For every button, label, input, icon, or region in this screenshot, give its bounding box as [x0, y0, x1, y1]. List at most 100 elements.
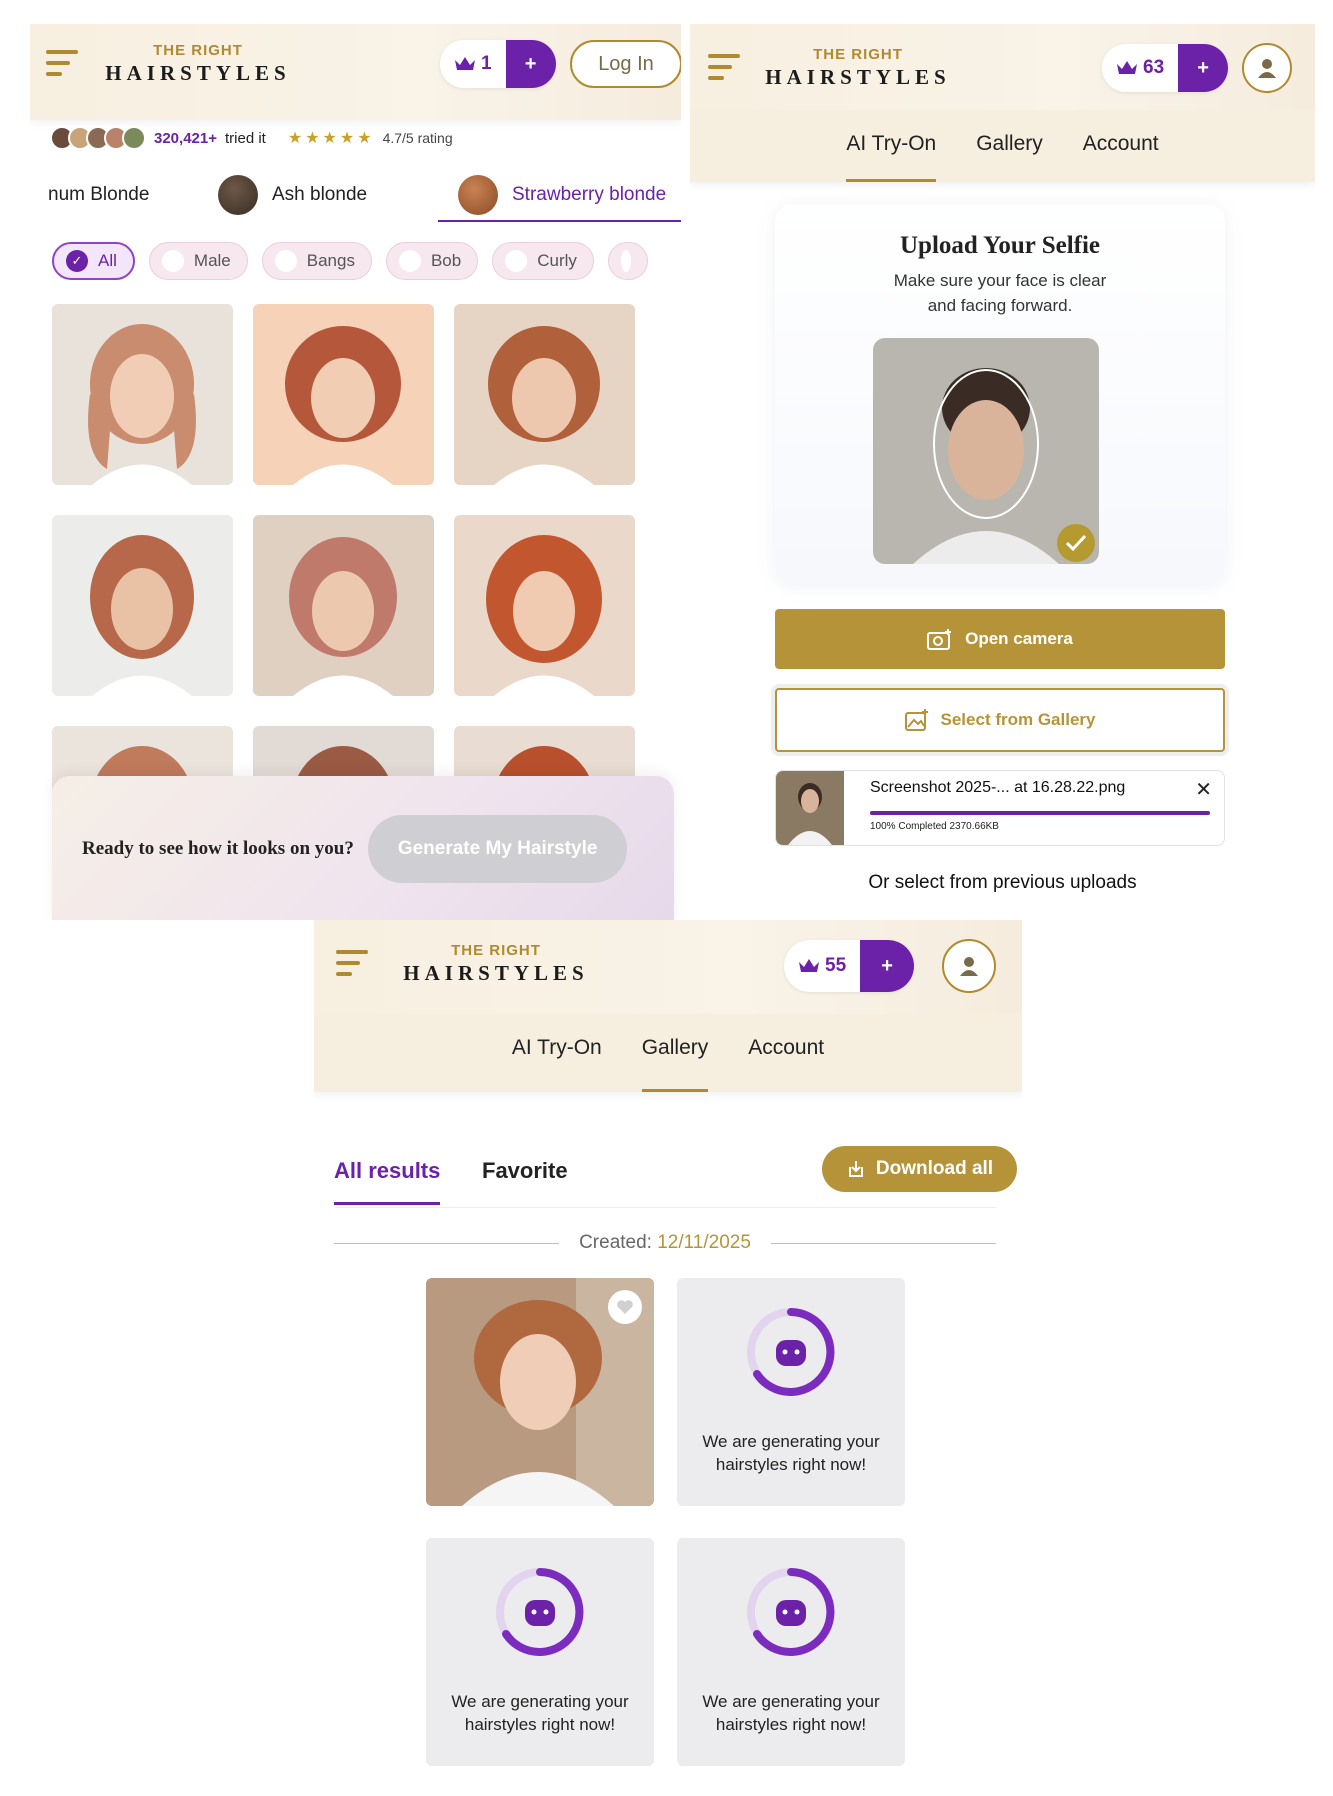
chip-bangs[interactable]: Bangs	[261, 242, 372, 280]
chip-label: Curly	[537, 251, 577, 270]
generate-hairstyle-button[interactable]: Generate My Hairstyle	[367, 815, 628, 883]
previous-uploads-label: Or select from previous uploads	[868, 872, 1137, 893]
menu-icon[interactable]	[46, 50, 78, 76]
portrait-image	[454, 304, 635, 485]
hairstyle-tile[interactable]	[52, 304, 233, 485]
user-avatars	[50, 126, 146, 150]
credits-pill[interactable]: 63 +	[1102, 44, 1229, 92]
created-divider: Created: 12/11/2025	[334, 1232, 996, 1254]
menu-icon[interactable]	[708, 54, 740, 80]
close-icon[interactable]: ✕	[1195, 777, 1212, 802]
chip-label: Male	[193, 251, 231, 270]
upload-title: Upload Your Selfie	[899, 232, 1101, 259]
heart-icon	[617, 1300, 633, 1314]
portrait-image	[454, 515, 635, 696]
hairstyle-tile[interactable]	[52, 515, 233, 696]
menu-icon[interactable]	[336, 950, 368, 976]
tab-account[interactable]: Account	[748, 1014, 824, 1092]
credits-pill[interactable]: 55 +	[784, 940, 915, 992]
app-header: THE RIGHT HAIRSTYLES 63 + AI Try-On Gall…	[690, 24, 1315, 182]
radio-icon	[274, 250, 297, 272]
generate-cta-bar: Ready to see how it looks on you? Genera…	[52, 776, 674, 920]
generating-card: We are generating your hairstyles right n…	[426, 1538, 654, 1766]
generating-line: We are generating your	[451, 1692, 629, 1711]
brand-logo[interactable]: THE RIGHT HAIRSTYLES	[758, 46, 958, 90]
loading-spinner-icon	[747, 1568, 835, 1656]
check-icon: ✓	[66, 250, 88, 272]
main-nav: AI Try-On Gallery Account	[690, 110, 1315, 182]
tab-all-results[interactable]: All results	[334, 1158, 441, 1205]
chip-curly[interactable]: Curly	[492, 242, 594, 280]
main-nav: AI Try-On Gallery Account	[314, 1014, 1022, 1092]
brand-top: THE RIGHT	[813, 46, 903, 63]
add-credits-button[interactable]: +	[505, 40, 556, 88]
brand-bottom: HAIRSTYLES	[105, 61, 291, 85]
open-camera-button[interactable]: Open camera	[775, 609, 1225, 669]
file-thumbnail	[776, 771, 844, 845]
select-from-gallery-button[interactable]: Select from Gallery	[775, 688, 1225, 752]
brand-logo[interactable]: THE RIGHT HAIRSTYLES	[396, 942, 596, 986]
portrait-image	[253, 304, 434, 485]
generating-line: hairstyles right now!	[715, 1455, 867, 1474]
chip-label: All	[98, 251, 117, 270]
chip-more[interactable]	[607, 242, 648, 280]
tab-ai-try-on[interactable]: AI Try-On	[512, 1014, 602, 1092]
login-button[interactable]: Log In	[570, 40, 681, 88]
hairstyle-tile[interactable]	[454, 515, 635, 696]
add-credits-button[interactable]: +	[860, 940, 915, 992]
color-tab[interactable]: Ash blonde	[218, 164, 418, 226]
brand-top: THE RIGHT	[451, 942, 541, 959]
generating-line: We are generating your	[702, 1432, 880, 1451]
chip-label: Bob	[430, 251, 462, 270]
social-proof: 320,421+ tried it ★★★★★ 4.7/5 rating	[50, 126, 453, 150]
tried-label: tried it	[224, 129, 266, 147]
download-all-button[interactable]: Download all	[822, 1146, 1017, 1192]
chip-bob[interactable]: Bob	[385, 242, 479, 280]
cta-question: Ready to see how it looks on you?	[82, 838, 354, 859]
chip-male[interactable]: Male	[148, 242, 248, 280]
result-card[interactable]	[426, 1278, 654, 1506]
upload-progress-text: 100% Completed 2370.66KB	[870, 821, 999, 832]
favorite-button[interactable]	[608, 1290, 642, 1324]
camera-icon	[927, 629, 952, 650]
radio-icon	[505, 250, 528, 272]
tab-gallery[interactable]: Gallery	[976, 110, 1043, 182]
profile-button[interactable]	[1242, 43, 1292, 93]
generating-message: We are generating your hairstyles right n…	[677, 1430, 905, 1476]
credits-count: 63	[1143, 57, 1165, 78]
profile-button[interactable]	[942, 939, 996, 993]
brand-logo[interactable]: THE RIGHT HAIRSTYLES	[98, 42, 298, 86]
portrait-image	[52, 515, 233, 696]
divider-line	[770, 1242, 996, 1244]
tab-favorite[interactable]: Favorite	[482, 1158, 568, 1184]
tab-gallery[interactable]: Gallery	[641, 1014, 708, 1092]
tried-count: 320,421+	[154, 129, 217, 147]
user-icon	[960, 957, 978, 976]
generating-message: We are generating your hairstyles right n…	[426, 1690, 654, 1736]
hairstyle-tile[interactable]	[253, 515, 434, 696]
chip-all[interactable]: ✓ All	[52, 242, 135, 280]
add-credits-button[interactable]: +	[1178, 44, 1229, 92]
color-tab[interactable]: num Blonde	[48, 164, 208, 226]
hairstyle-catalog-panel: THE RIGHT HAIRSTYLES 1 + Log In 320,421+…	[30, 24, 681, 920]
radio-icon	[620, 250, 631, 272]
upload-card: Upload Your Selfie Make sure your face i…	[775, 204, 1225, 584]
color-swatch	[458, 175, 498, 215]
crown-icon	[799, 959, 819, 972]
radio-icon	[161, 250, 184, 272]
brand-bottom: HAIRSTYLES	[765, 65, 951, 89]
credits-pill[interactable]: 1 +	[440, 40, 556, 88]
download-all-label: Download all	[875, 1158, 994, 1179]
tab-account[interactable]: Account	[1083, 110, 1159, 182]
credits-count: 1	[481, 53, 492, 74]
star-rating-icon: ★★★★★	[287, 130, 375, 147]
credits-count-wrap: 1	[440, 40, 506, 88]
color-tab-label: Strawberry blonde	[512, 184, 667, 205]
results-grid: We are generating your hairstyles right n…	[426, 1278, 905, 1766]
hairstyle-tile[interactable]	[253, 304, 434, 485]
upload-selfie-panel: THE RIGHT HAIRSTYLES 63 + AI Try-On Gall…	[690, 24, 1315, 920]
uploaded-file-row: Screenshot 2025-... at 16.28.22.png ✕ 10…	[775, 770, 1225, 846]
hairstyle-tile[interactable]	[454, 304, 635, 485]
color-tab-active[interactable]: Strawberry blonde	[437, 164, 681, 226]
tab-ai-try-on[interactable]: AI Try-On	[846, 110, 936, 182]
